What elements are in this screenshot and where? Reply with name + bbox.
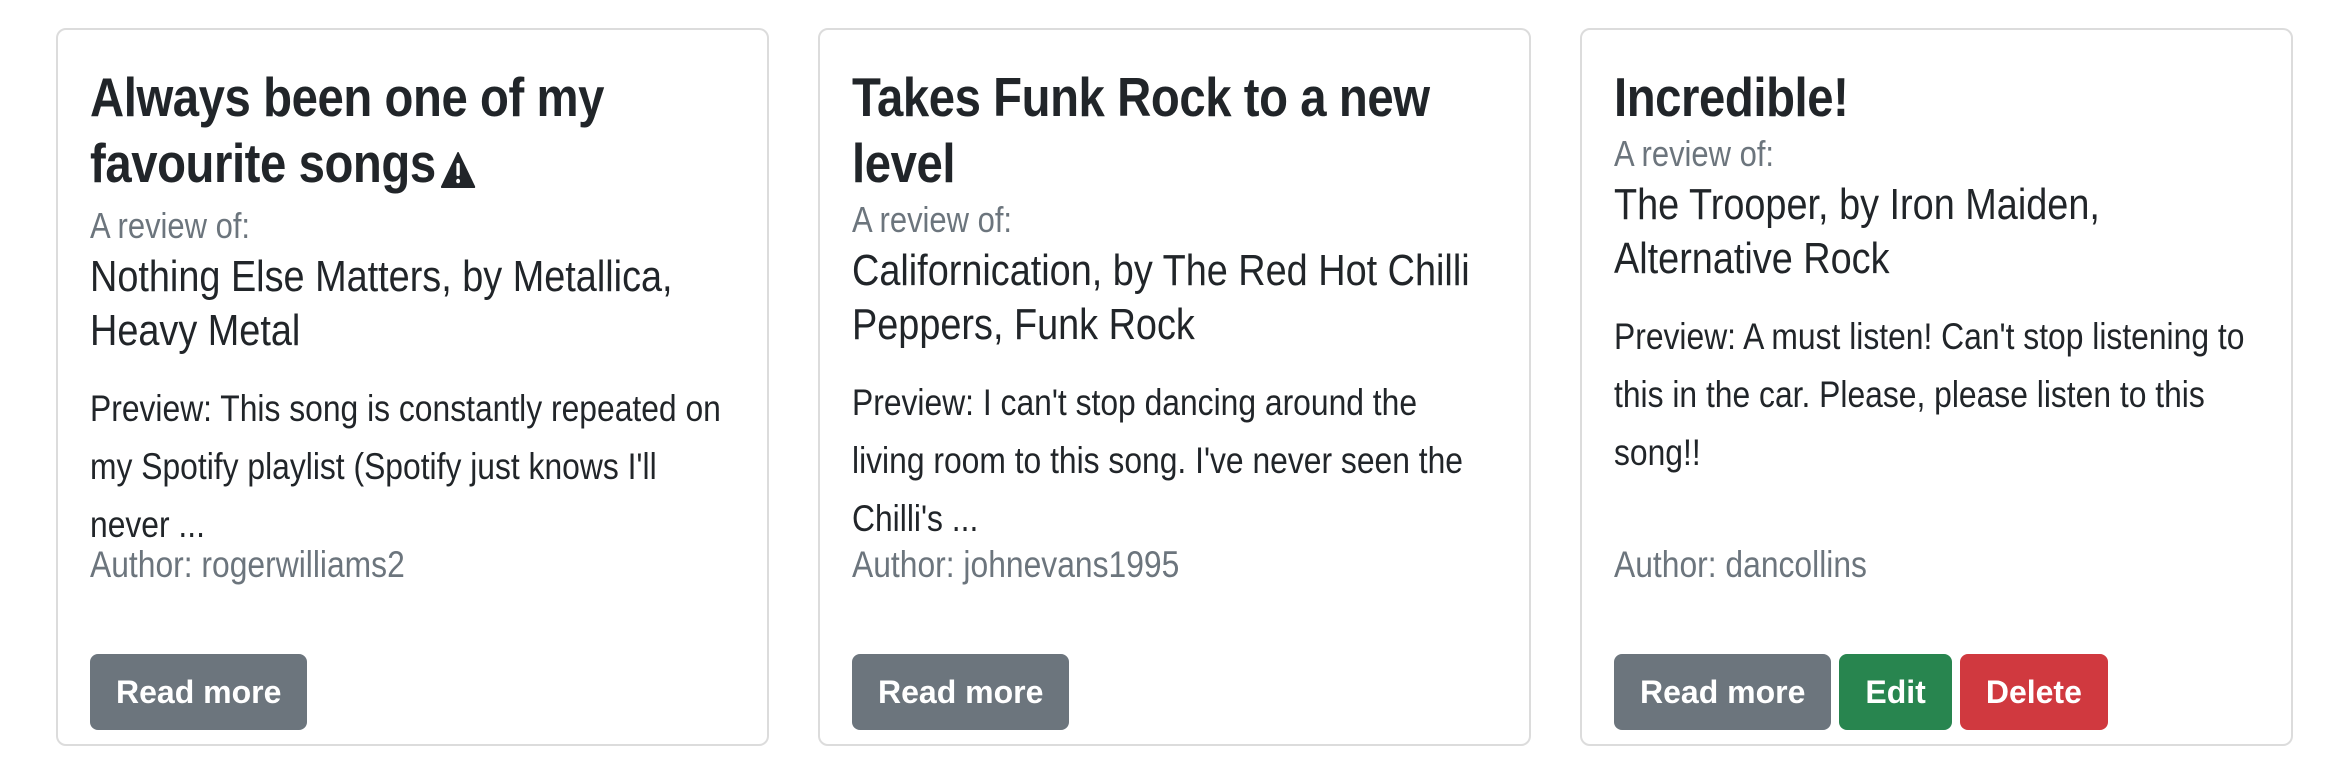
review-of-label: A review of:: [90, 205, 251, 246]
review-card-list: Always been one of my favourite songs A …: [0, 0, 2338, 782]
review-of-label: A review of:: [1614, 133, 1775, 174]
song-info: Nothing Else Matters, by Metallica, Heav…: [90, 252, 673, 355]
review-card: Incredible! A review of: The Trooper, by…: [1580, 28, 2293, 746]
review-card: Always been one of my favourite songs A …: [56, 28, 769, 746]
edit-button[interactable]: Edit: [1839, 654, 1952, 730]
review-author: Author: dancollins: [1614, 544, 1867, 585]
read-more-button[interactable]: Read more: [1614, 654, 1832, 730]
review-title: Always been one of my favourite songs: [90, 64, 733, 202]
delete-button[interactable]: Delete: [1959, 654, 2108, 730]
review-author: Author: rogerwilliams2: [90, 544, 405, 585]
review-card: Takes Funk Rock to a new level A review …: [818, 28, 1531, 746]
song-info: The Trooper, by Iron Maiden, Alternative…: [1614, 180, 2100, 283]
read-more-button[interactable]: Read more: [852, 654, 1070, 730]
review-of-label: A review of:: [852, 199, 1013, 240]
review-title: Takes Funk Rock to a new level: [852, 66, 1430, 194]
review-preview: Preview: A must listen! Can't stop liste…: [1614, 316, 2245, 473]
review-title: Incredible!: [1614, 66, 1849, 128]
song-info: Californication, by The Red Hot Chilli P…: [852, 246, 1470, 349]
review-preview: Preview: I can't stop dancing around the…: [852, 382, 1463, 539]
review-author: Author: johnevans1995: [852, 544, 1180, 585]
read-more-button[interactable]: Read more: [90, 654, 308, 730]
card-actions: Read more: [90, 654, 308, 730]
warning-triangle-icon: [440, 136, 476, 202]
card-actions: Read more Edit Delete: [1614, 654, 2108, 730]
card-actions: Read more: [852, 654, 1070, 730]
review-preview: Preview: This song is constantly repeate…: [90, 388, 721, 545]
